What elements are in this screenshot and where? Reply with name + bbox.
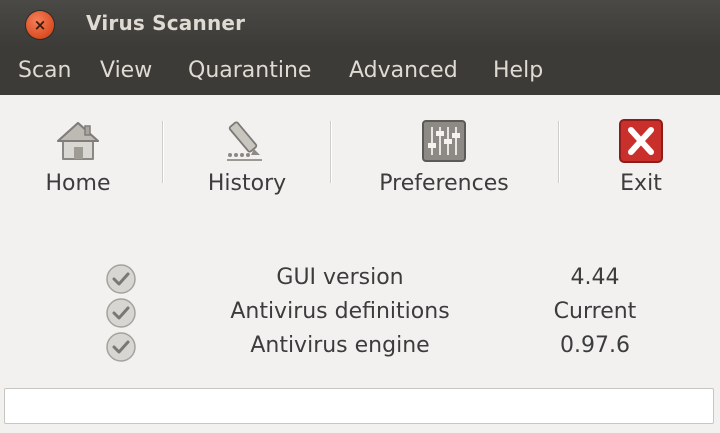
home-icon xyxy=(54,117,102,165)
exit-label: Exit xyxy=(620,171,662,196)
toolbar-separator xyxy=(162,121,163,183)
home-button[interactable]: Home xyxy=(38,95,118,215)
app-window: × Virus Scanner Scan View Quarantine Adv… xyxy=(0,0,720,433)
toolbar-separator xyxy=(330,121,331,183)
info-label: GUI version xyxy=(276,265,404,290)
info-value: 0.97.6 xyxy=(560,333,630,358)
preferences-button[interactable]: Preferences xyxy=(368,95,520,215)
check-icon xyxy=(106,298,136,328)
menu-help[interactable]: Help xyxy=(493,58,543,83)
preferences-label: Preferences xyxy=(379,171,509,196)
check-icon xyxy=(106,332,136,362)
close-button[interactable]: × xyxy=(26,11,54,39)
menu-view[interactable]: View xyxy=(100,58,152,83)
menu-bar: Scan View Quarantine Advanced Help xyxy=(0,48,720,95)
history-label: History xyxy=(207,171,287,196)
info-row: Antivirus engine 0.97.6 xyxy=(0,330,720,364)
status-bar xyxy=(4,388,714,424)
menu-scan[interactable]: Scan xyxy=(18,58,72,83)
info-value: 4.44 xyxy=(570,265,620,290)
toolbar: Home History Preferences Exit xyxy=(0,95,720,220)
info-row: GUI version 4.44 xyxy=(0,262,720,296)
info-row: Antivirus definitions Current xyxy=(0,296,720,330)
exit-button[interactable]: Exit xyxy=(606,95,676,215)
close-icon: × xyxy=(33,15,47,34)
window-title: Virus Scanner xyxy=(86,11,246,35)
menu-advanced[interactable]: Advanced xyxy=(349,58,458,83)
menu-quarantine[interactable]: Quarantine xyxy=(188,58,311,83)
home-label: Home xyxy=(45,171,111,196)
title-bar: × Virus Scanner xyxy=(0,0,720,48)
info-label: Antivirus definitions xyxy=(230,299,450,324)
toolbar-separator xyxy=(558,121,559,183)
check-icon xyxy=(106,264,136,294)
exit-icon xyxy=(617,117,665,165)
preferences-icon xyxy=(420,117,468,165)
info-value: Current xyxy=(553,299,637,324)
history-button[interactable]: History xyxy=(198,95,296,215)
info-label: Antivirus engine xyxy=(250,333,430,358)
history-icon xyxy=(223,117,271,165)
